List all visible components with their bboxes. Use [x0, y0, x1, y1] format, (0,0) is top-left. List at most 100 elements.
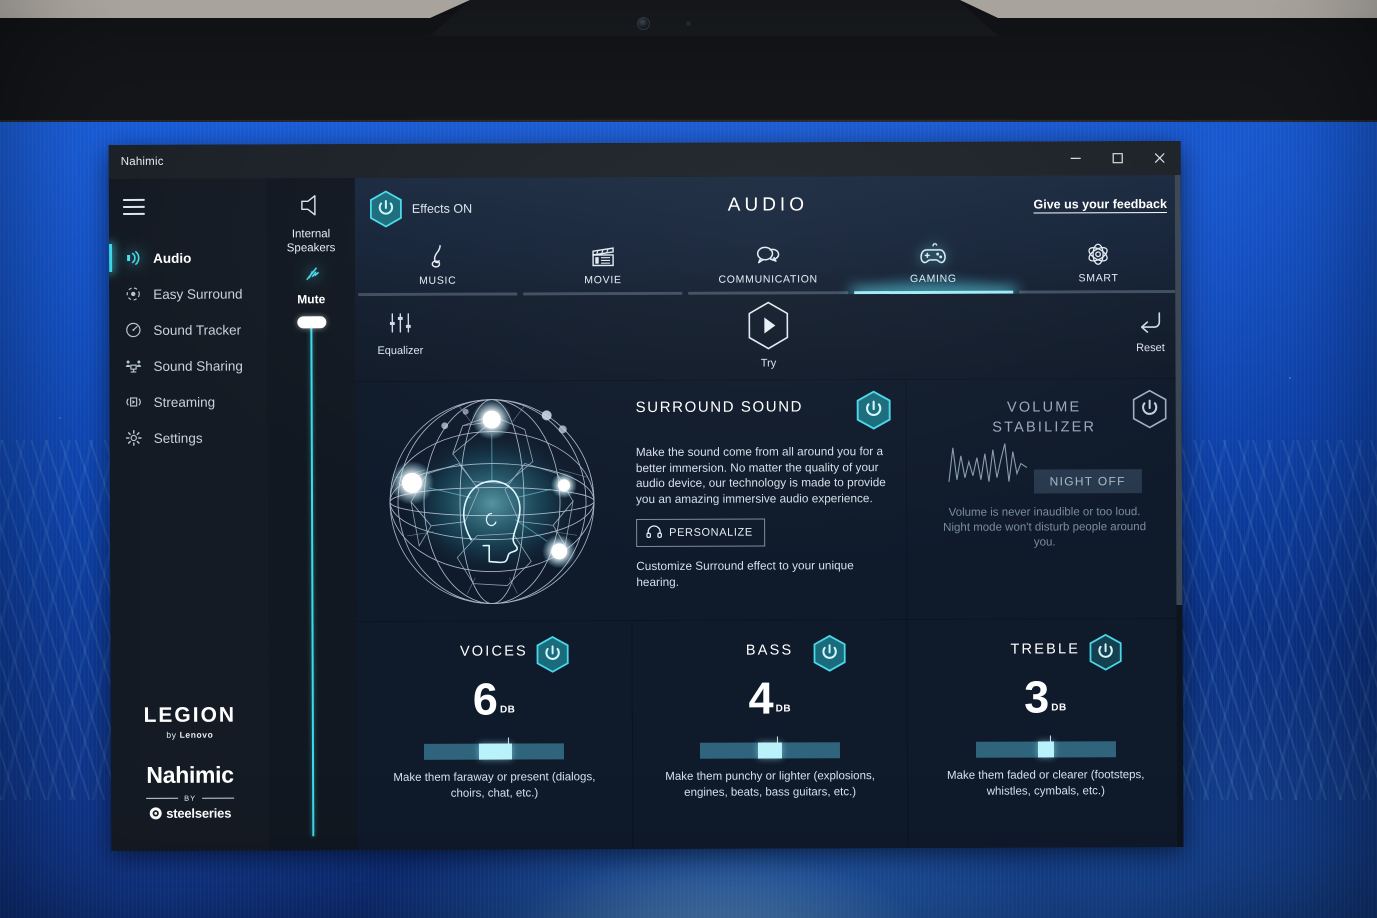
sidebar-item-streaming[interactable]: Streaming — [110, 383, 268, 420]
sidebar-item-sound-sharing[interactable]: Sound Sharing — [109, 347, 267, 384]
tab-gaming[interactable]: GAMING — [850, 227, 1017, 295]
voices-unit: DB — [499, 704, 516, 716]
try-label: Try — [760, 357, 777, 370]
legion-byline: by Lenovo — [144, 730, 237, 740]
laptop-screen-photo: Nahimic Audio Easy Surround Sound Tracke… — [0, 0, 1377, 918]
sidebar-item-easy-surround[interactable]: Easy Surround — [109, 275, 267, 312]
undo-arrow-icon — [1135, 312, 1165, 339]
legion-logo: LEGION by Lenovo — [144, 704, 237, 740]
speech-bubbles-icon — [754, 242, 782, 268]
voices-number: 6 — [472, 673, 498, 725]
voices-panel: VOICES 6 DB Make them faraway or present… — [356, 621, 634, 850]
sidebar-item-sound-tracker[interactable]: Sound Tracker — [109, 311, 267, 348]
mute-label: Mute — [297, 292, 326, 307]
tab-label: COMMUNICATION — [718, 273, 818, 286]
sidebar-item-audio[interactable]: Audio — [109, 239, 267, 276]
webcam-led-icon — [686, 21, 691, 26]
bass-power-icon[interactable] — [813, 634, 847, 677]
sidebar-item-label: Easy Surround — [153, 286, 243, 302]
equalizer-label: Equalizer — [377, 344, 424, 358]
treble-value: 3 DB — [1024, 671, 1067, 722]
sliders-icon — [385, 313, 415, 342]
treble-unit: DB — [1051, 702, 1067, 714]
webcam-lens-icon — [637, 17, 650, 30]
maximize-button[interactable] — [1097, 141, 1139, 175]
waveform-icon — [947, 443, 1034, 490]
clapperboard-icon — [590, 243, 616, 269]
radar-dial-icon — [123, 320, 142, 339]
sidebar-item-label: Sound Tracker — [153, 322, 242, 338]
voices-slider[interactable] — [424, 737, 565, 760]
treble-slider-fill — [1037, 741, 1054, 758]
hamburger-menu-icon[interactable] — [122, 198, 145, 220]
brand-logos: LEGION by Lenovo Nahimic BY steelseries — [111, 703, 270, 851]
device-name-line1: Internal — [291, 228, 331, 241]
treble-slider[interactable] — [975, 735, 1116, 758]
effects-toolbar: Equalizer Try Reset — [355, 292, 1182, 383]
try-button[interactable]: Try — [746, 300, 790, 370]
bass-title: BASS — [745, 642, 794, 659]
atom-icon — [1085, 241, 1111, 267]
byline-rule-right — [202, 797, 235, 799]
steelseries-wordmark: steelseries — [166, 805, 232, 821]
main-content: Effects ON AUDIO Give us your feedback M… — [354, 174, 1184, 851]
bass-unit: DB — [775, 703, 792, 715]
sidebar-item-settings[interactable]: Settings — [110, 419, 268, 456]
music-note-icon — [427, 244, 449, 270]
sidebar-item-label: Audio — [153, 250, 192, 266]
equalizer-button[interactable]: Equalizer — [377, 310, 423, 357]
tab-smart[interactable]: SMART — [1016, 227, 1181, 294]
headphones-icon — [646, 525, 662, 541]
reset-button[interactable]: Reset — [1135, 309, 1165, 354]
sidebar-nav: Audio Easy Surround Sound Tracker Sound … — [109, 239, 268, 456]
close-button[interactable] — [1139, 141, 1181, 175]
reset-label: Reset — [1136, 342, 1165, 355]
treble-slider-tick — [1049, 735, 1051, 742]
gear-icon — [124, 428, 143, 447]
laptop-webcam-hump — [430, 0, 998, 36]
surround-note: Customize Surround effect to your unique… — [636, 558, 854, 589]
tab-label: SMART — [1078, 272, 1119, 285]
nahimic-byline: BY — [146, 794, 235, 803]
sound-waves-icon — [123, 248, 142, 267]
surround-description: Make the sound come from all around you … — [635, 444, 886, 506]
nahimic-window: Nahimic Audio Easy Surround Sound Tracke… — [108, 140, 1184, 852]
tab-label: MOVIE — [584, 274, 622, 287]
mode-tabs: MUSIC MOVIE COMMUNICATION GAMING SMART — [355, 227, 1181, 297]
gamepad-icon — [918, 242, 948, 268]
volume-slider[interactable] — [293, 316, 331, 850]
voices-power-icon[interactable] — [535, 635, 569, 678]
sidebar-item-label: Sound Sharing — [153, 358, 243, 374]
bass-value: 4 DB — [748, 673, 792, 724]
treble-power-icon[interactable] — [1089, 633, 1123, 676]
surround-power-icon[interactable] — [856, 390, 892, 435]
volume-track — [310, 324, 315, 837]
volume-knob[interactable] — [297, 316, 327, 329]
night-mode-button[interactable]: NIGHT OFF — [1033, 469, 1142, 494]
treble-description: Make them faded or clearer (footsteps, w… — [946, 769, 1145, 798]
main-header: Effects ON AUDIO Give us your feedback M… — [354, 174, 1182, 297]
voices-value: 6 DB — [472, 673, 516, 725]
minimize-button[interactable] — [1055, 141, 1097, 175]
nahimic-logo: Nahimic BY steelseries — [146, 761, 235, 821]
personalize-label: PERSONALIZE — [669, 526, 753, 539]
play-icon — [746, 301, 790, 354]
tab-music[interactable]: MUSIC — [355, 229, 520, 297]
feedback-link[interactable]: Give us your feedback — [1033, 197, 1166, 212]
nahimic-wordmark: Nahimic — [146, 761, 234, 788]
effects-row-top: SURROUND SOUND Make the sound come from … — [355, 378, 1183, 623]
mute-icon[interactable] — [299, 263, 323, 290]
volume-stabilizer-panel: VOLUME STABILIZER NIGHT OFF Volume is ne… — [906, 378, 1183, 619]
surround-visual — [356, 381, 629, 621]
surround-sound-panel: SURROUND SOUND Make the sound come from … — [355, 379, 908, 622]
bass-slider[interactable] — [699, 736, 841, 759]
sidebar-item-label: Settings — [153, 430, 203, 446]
tab-movie[interactable]: MOVIE — [520, 229, 685, 296]
volume-stabilizer-power-icon[interactable] — [1132, 389, 1168, 434]
treble-panel: TREBLE 3 DB Make them faded or clearer (… — [907, 618, 1184, 847]
lenovo-text: Lenovo — [179, 729, 214, 740]
voices-title: VOICES — [459, 643, 528, 660]
window-titlebar: Nahimic — [108, 140, 1181, 180]
tab-communication[interactable]: COMMUNICATION — [685, 228, 850, 295]
personalize-button[interactable]: PERSONALIZE — [636, 518, 765, 548]
